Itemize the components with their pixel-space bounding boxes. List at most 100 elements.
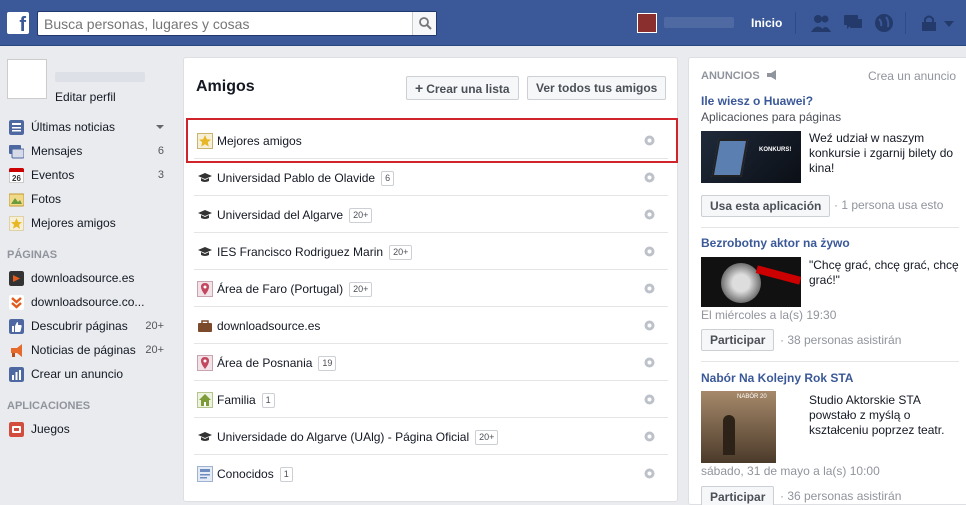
messages-icon[interactable]	[842, 13, 864, 33]
nav-item-messages[interactable]: Mensajes 6	[8, 140, 168, 162]
nav-item-photos[interactable]: Fotos	[8, 188, 168, 210]
friend-list-row[interactable]: IES Francisco Rodriguez Marin 20+	[194, 233, 668, 270]
friend-list-row[interactable]: Universidade do Algarve (UAlg) - Página …	[194, 418, 668, 455]
friend-list-row[interactable]: Universidad Pablo de Olavide 6	[194, 159, 668, 196]
list-name: Familia	[217, 393, 256, 407]
member-count-badge: 20+	[349, 282, 373, 298]
ad-title[interactable]: Nabór Na Kolejny Rok STA	[701, 371, 853, 385]
nav-item-close-friends[interactable]: Mejores amigos	[8, 212, 168, 234]
gear-icon[interactable]	[643, 282, 656, 295]
games-icon	[9, 422, 24, 437]
friend-list-row[interactable]: downloadsource.es	[194, 307, 668, 344]
nav-item-label: Últimas noticias	[31, 120, 116, 134]
divider	[701, 361, 959, 362]
search-button[interactable]	[412, 12, 436, 35]
list-name: downloadsource.es	[217, 319, 321, 333]
create-list-button[interactable]: + Crear una lista	[406, 76, 519, 100]
profile-name-blurred[interactable]	[664, 17, 734, 28]
participate-button[interactable]: Participar	[701, 329, 775, 351]
nav-item-create-ad[interactable]: Crear un anuncio	[8, 363, 168, 385]
friend-list-row[interactable]: Conocidos 1	[194, 455, 668, 492]
friend-list-row[interactable]: Universidad del Algarve 20+	[194, 196, 668, 233]
nav-item-count: 20+	[145, 344, 164, 356]
nav-item-discover-pages[interactable]: Descubrir páginas 20+	[8, 315, 168, 337]
list-name: Área de Faro (Portugal)	[217, 282, 344, 296]
privacy-lock-icon[interactable]	[918, 13, 940, 33]
gear-icon[interactable]	[643, 393, 656, 406]
friend-requests-icon[interactable]	[810, 13, 832, 33]
separator	[905, 12, 906, 34]
ad-image[interactable]: NABÓR 20	[701, 391, 776, 463]
acquaintances-icon	[197, 466, 213, 482]
gear-icon[interactable]	[643, 356, 656, 369]
list-name: Universidade do Algarve (UAlg) - Página …	[217, 430, 470, 444]
nav-item-label: Crear un anuncio	[31, 367, 124, 381]
ad-image[interactable]: KONKURS!	[701, 131, 801, 183]
ad-title[interactable]: Ile wiesz o Huawei?	[701, 94, 813, 108]
notifications-globe-icon[interactable]	[873, 13, 895, 33]
see-all-friends-button[interactable]: Ver todos tus amigos	[527, 76, 667, 100]
friend-list-row[interactable]: Familia 1	[194, 381, 668, 418]
member-count-badge: 19	[318, 356, 337, 372]
create-ad-link[interactable]: Crea un anuncio	[868, 69, 956, 83]
briefcase-icon	[198, 320, 212, 332]
banner-stripe	[755, 265, 801, 285]
home-link[interactable]: Inicio	[751, 16, 782, 30]
nav-item-page[interactable]: downloadsource.es	[8, 267, 168, 289]
figure-image	[723, 415, 735, 455]
nav-item-label: Juegos	[31, 422, 70, 436]
nav-item-label: Noticias de páginas	[31, 343, 136, 357]
profile-avatar[interactable]	[637, 13, 657, 33]
ad-image-caption: KONKURS!	[759, 147, 792, 153]
messages-icon	[9, 145, 24, 159]
gear-icon[interactable]	[643, 245, 656, 258]
separator	[795, 12, 796, 34]
gear-icon[interactable]	[643, 319, 656, 332]
gear-icon[interactable]	[643, 430, 656, 443]
member-count-badge: 20+	[349, 208, 373, 224]
participate-button[interactable]: Participar	[701, 486, 775, 505]
nav-item-games[interactable]: Juegos	[8, 418, 168, 440]
facebook-logo[interactable]: f	[7, 12, 29, 34]
event-date: sábado, 31 de mayo a la(s) 10:00	[701, 464, 880, 478]
nav-item-label: Eventos	[31, 168, 75, 182]
account-dropdown-icon[interactable]	[942, 13, 956, 33]
gear-icon[interactable]	[643, 208, 656, 221]
nav-item-events[interactable]: 26 Eventos 3	[8, 164, 168, 186]
photos-icon	[9, 193, 24, 207]
highlight-annotation	[186, 118, 678, 163]
search-input[interactable]	[38, 12, 408, 35]
character-image	[721, 263, 761, 303]
ad-image[interactable]	[701, 257, 801, 307]
profile-picture[interactable]	[7, 59, 47, 99]
ad-meta: · 1 persona usa esto	[834, 198, 944, 212]
nav-item-label: Fotos	[31, 192, 62, 206]
nav-item-count: 6	[157, 145, 164, 157]
page-title: Amigos	[196, 78, 255, 95]
nav-item-pages-feed[interactable]: Noticias de páginas 20+	[8, 339, 168, 361]
page-logo-icon	[9, 271, 24, 286]
edit-profile-link[interactable]: Editar perfil	[55, 90, 116, 104]
chevron-down-icon[interactable]	[156, 125, 164, 129]
gear-icon[interactable]	[643, 171, 656, 184]
top-bar: f Inicio	[0, 0, 966, 46]
friend-list-row[interactable]: Área de Posnania 19	[194, 344, 668, 381]
profile-name-blurred[interactable]	[55, 72, 145, 82]
nav-item-news-feed[interactable]: Últimas noticias	[8, 116, 168, 138]
nav-item-label: Mensajes	[31, 144, 83, 158]
friend-list-row[interactable]: Área de Faro (Portugal) 20+	[194, 270, 668, 307]
pages-section-header: PÁGINAS	[7, 249, 58, 261]
location-pin-icon	[197, 355, 213, 371]
ad-title[interactable]: Bezrobotny aktor na żywo	[701, 236, 850, 250]
search-box	[37, 11, 437, 36]
use-app-button[interactable]: Usa esta aplicación	[701, 195, 831, 217]
svg-text:26: 26	[12, 174, 21, 183]
plus-icon: +	[415, 80, 424, 96]
member-count-badge: 6	[381, 171, 395, 187]
gear-icon[interactable]	[643, 467, 656, 480]
graduation-cap-icon	[198, 247, 212, 256]
list-name: Universidad Pablo de Olavide	[217, 171, 376, 185]
event-date: El miércoles a la(s) 19:30	[701, 308, 837, 322]
megaphone-icon	[11, 344, 22, 357]
nav-item-page[interactable]: downloadsource.co...	[8, 291, 168, 313]
